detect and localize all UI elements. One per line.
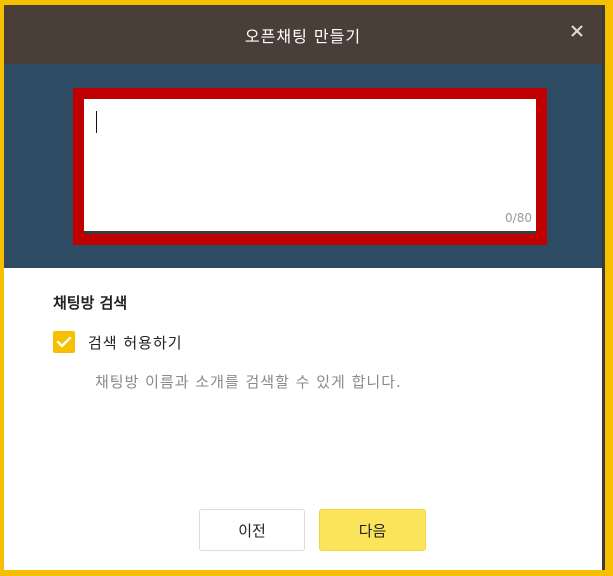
prev-button[interactable]: 이전 bbox=[199, 509, 305, 551]
allow-search-checkbox-row[interactable]: 검색 허용하기 bbox=[53, 331, 183, 353]
allow-search-label[interactable]: 검색 허용하기 bbox=[88, 332, 183, 353]
check-icon bbox=[56, 336, 72, 348]
highlight-frame: 0/80 bbox=[73, 88, 547, 245]
text-caret bbox=[96, 111, 97, 133]
char-counter: 0/80 bbox=[505, 211, 532, 225]
open-chat-create-dialog: 오픈채팅 만들기 0/80 채팅방 검색 검색 허용하기 채팅방 이름과 소개를… bbox=[4, 5, 605, 570]
chatroom-name-input[interactable]: 0/80 bbox=[84, 99, 536, 234]
dialog-titlebar: 오픈채팅 만들기 bbox=[4, 5, 602, 64]
profile-header-area: 0/80 bbox=[4, 64, 602, 268]
search-help-text: 채팅방 이름과 소개를 검색할 수 있게 합니다. bbox=[95, 373, 402, 391]
search-section-title: 채팅방 검색 bbox=[53, 294, 128, 312]
next-button[interactable]: 다음 bbox=[319, 509, 426, 551]
close-icon[interactable] bbox=[566, 20, 588, 42]
dialog-title: 오픈채팅 만들기 bbox=[244, 27, 362, 46]
allow-search-checkbox[interactable] bbox=[53, 331, 75, 353]
